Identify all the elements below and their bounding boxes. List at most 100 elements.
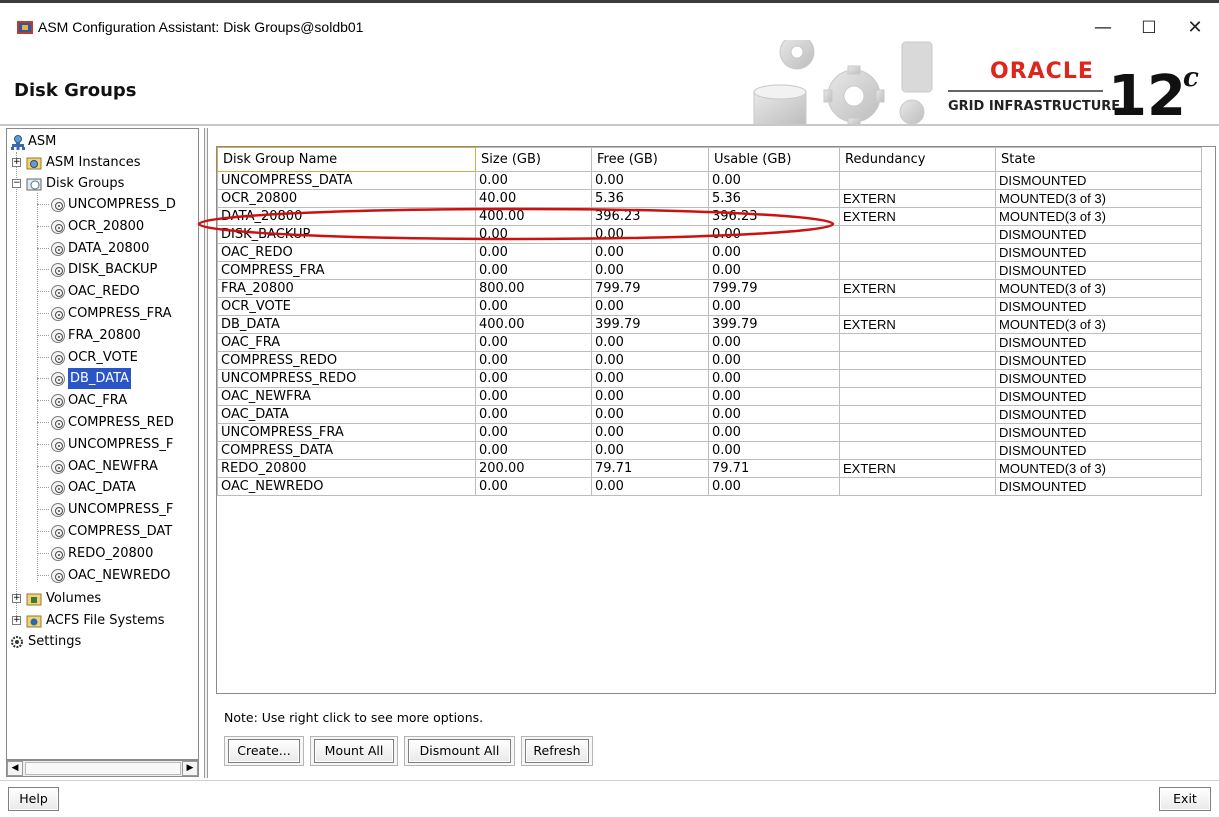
split-pane-divider[interactable] — [204, 128, 208, 778]
column-header-redundancy[interactable]: Redundancy — [839, 147, 996, 172]
tree-item-disk-group[interactable]: OCR_20800 — [7, 216, 197, 237]
collapse-icon[interactable]: − — [12, 179, 21, 188]
tree-node-settings[interactable]: Settings — [7, 631, 197, 652]
tree-guide — [37, 334, 49, 336]
tree-item-disk-group[interactable]: UNCOMPRESS_F — [7, 434, 197, 455]
tree-guide — [37, 313, 49, 314]
expand-icon[interactable]: + — [12, 616, 21, 625]
disk-group-icon — [51, 394, 65, 409]
scroll-left-icon[interactable]: ◀ — [7, 761, 23, 776]
tree-item-disk-group[interactable]: COMPRESS_FRA — [7, 303, 197, 324]
table-row[interactable]: DATA_20800 400.00 396.23 396.23 EXTERN MOUNTE… — [217, 207, 1202, 226]
table-cell: 0.00 — [591, 423, 709, 442]
table-cell: COMPRESS_REDO — [217, 351, 476, 370]
table-row[interactable]: OAC_DATA 0.00 0.00 0.00 DISMOUNTED — [217, 405, 1202, 424]
table-row[interactable]: FRA_20800 800.00 799.79 799.79 EXTERN MOUNTED… — [217, 279, 1202, 298]
tree-item-disk-group[interactable]: DATA_20800 — [7, 238, 197, 259]
minimize-button[interactable]: — — [1080, 13, 1126, 43]
tree-item-disk-group[interactable]: OAC_NEWREDO — [7, 565, 197, 586]
table-cell: 0.00 — [475, 477, 592, 496]
tree-item-disk-group[interactable]: COMPRESS_DAT — [7, 521, 197, 542]
tree-item-label: DB_DATA — [67, 367, 132, 391]
tree-item-disk-group[interactable]: OAC_NEWFRA — [7, 456, 197, 477]
table-row[interactable]: DISK_BACKUP 0.00 0.00 0.00 DISMOUNTED — [217, 225, 1202, 244]
column-header-size[interactable]: Size (GB) — [475, 147, 592, 172]
tree-label-disk-groups: Disk Groups — [46, 176, 125, 191]
tree-node-asm-instances[interactable]: + ASM Instances — [7, 152, 197, 173]
expand-icon[interactable]: + — [12, 158, 21, 167]
tree-horizontal-scrollbar[interactable]: ◀ ▶ — [6, 760, 199, 777]
scroll-right-icon[interactable]: ▶ — [182, 761, 198, 776]
tree-item-disk-group[interactable]: UNCOMPRESS_F — [7, 499, 197, 520]
column-header-usable[interactable]: Usable (GB) — [708, 147, 840, 172]
help-button[interactable]: Help — [8, 787, 59, 811]
table-cell: 0.00 — [591, 297, 709, 316]
tree-item-label: DISK_BACKUP — [68, 262, 158, 278]
tree-item-disk-group[interactable]: OAC_FRA — [7, 390, 197, 411]
close-button[interactable]: ✕ — [1172, 13, 1218, 43]
table-row[interactable]: COMPRESS_DATA 0.00 0.00 0.00 DISMOUNTED — [217, 441, 1202, 460]
table-row[interactable]: COMPRESS_REDO 0.00 0.00 0.00 DISMOUNTED — [217, 351, 1202, 370]
table-cell: 0.00 — [591, 441, 709, 460]
table-row[interactable]: OAC_NEWREDO 0.00 0.00 0.00 DISMOUNTED — [217, 477, 1202, 496]
table-row[interactable]: OAC_REDO 0.00 0.00 0.00 DISMOUNTED — [217, 243, 1202, 262]
tree-item-disk-group[interactable]: OCR_VOTE — [7, 347, 197, 368]
table-cell: 799.79 — [708, 279, 840, 298]
dismount-all-button[interactable]: Dismount All — [408, 739, 511, 763]
mount-all-button[interactable]: Mount All — [314, 739, 394, 763]
table-cell: DISMOUNTED — [995, 333, 1202, 352]
column-header-state[interactable]: State — [995, 147, 1202, 172]
tree-item-disk-group[interactable]: DISK_BACKUP — [7, 259, 197, 280]
table-cell: EXTERN — [839, 459, 996, 478]
table-row[interactable]: UNCOMPRESS_REDO 0.00 0.00 0.00 DISMOUNTED — [217, 369, 1202, 388]
tree-item-disk-group[interactable]: UNCOMPRESS_D — [7, 194, 197, 215]
create-button[interactable]: Create... — [228, 739, 300, 763]
table-row[interactable]: UNCOMPRESS_DATA 0.00 0.00 0.00 DISMOUNTED — [217, 171, 1202, 190]
tree-item-disk-group[interactable]: REDO_20800 — [7, 543, 197, 564]
table-cell: DISK_BACKUP — [217, 225, 476, 244]
table-row[interactable]: COMPRESS_FRA 0.00 0.00 0.00 DISMOUNTED — [217, 261, 1202, 280]
table-row[interactable]: OCR_20800 40.00 5.36 5.36 EXTERN MOUNTED(3 of… — [217, 189, 1202, 208]
table-row[interactable]: OAC_FRA 0.00 0.00 0.00 DISMOUNTED — [217, 333, 1202, 352]
disk-groups-table-container[interactable]: Disk Group Name Size (GB) Free (GB) Usab… — [216, 146, 1216, 694]
oracle-logo-icon: ORACLE GRID INFRASTRUCTURE 12 c — [948, 59, 1199, 124]
table-cell: 0.00 — [708, 243, 840, 262]
tree-node-disk-groups[interactable]: − Disk Groups — [7, 173, 197, 194]
table-cell: 0.00 — [708, 477, 840, 496]
tree-node-acfs[interactable]: + ACFS File Systems — [7, 610, 197, 631]
table-row[interactable]: REDO_20800 200.00 79.71 79.71 EXTERN MOUNTED(… — [217, 459, 1202, 478]
tree-node-asm[interactable]: ASM — [7, 131, 197, 152]
exit-button[interactable]: Exit — [1159, 787, 1211, 811]
table-cell: 0.00 — [591, 243, 709, 262]
table-cell: 0.00 — [475, 333, 592, 352]
tree-item-disk-group[interactable]: COMPRESS_RED — [7, 412, 197, 433]
table-row[interactable]: DB_DATA 400.00 399.79 399.79 EXTERN MOUNTED(3… — [217, 315, 1202, 334]
table-row[interactable]: OCR_VOTE 0.00 0.00 0.00 DISMOUNTED — [217, 297, 1202, 316]
table-cell: MOUNTED(3 of 3) — [995, 207, 1202, 226]
refresh-button[interactable]: Refresh — [525, 739, 589, 763]
table-cell: 399.79 — [708, 315, 840, 334]
table-cell: 5.36 — [591, 189, 709, 208]
tree-item-disk-group[interactable]: OAC_REDO — [7, 281, 197, 302]
tree-item-disk-group[interactable]: FRA_20800 — [7, 325, 197, 346]
table-row[interactable]: UNCOMPRESS_FRA 0.00 0.00 0.00 DISMOUNTED — [217, 423, 1202, 442]
table-cell — [839, 225, 996, 244]
scrollbar-thumb[interactable] — [25, 762, 181, 775]
gear-icon — [11, 636, 23, 648]
disk-groups-table[interactable]: Disk Group Name Size (GB) Free (GB) Usab… — [217, 147, 1202, 496]
navigation-tree[interactable]: ASM + ASM Instances − Disk Groups UNCOMP… — [6, 128, 199, 760]
tree-item-disk-group[interactable]: OAC_DATA — [7, 477, 197, 498]
table-cell: 0.00 — [708, 423, 840, 442]
column-header-free[interactable]: Free (GB) — [591, 147, 709, 172]
disk-group-icon — [51, 198, 65, 212]
column-header-name[interactable]: Disk Group Name — [217, 147, 476, 172]
tree-item-disk-group[interactable]: DB_DATA — [7, 367, 197, 391]
tree-guide — [37, 422, 49, 423]
maximize-button[interactable]: ☐ — [1126, 13, 1172, 43]
expand-icon[interactable]: + — [12, 594, 21, 603]
table-cell: 0.00 — [591, 333, 709, 352]
table-row[interactable]: OAC_NEWFRA 0.00 0.00 0.00 DISMOUNTED — [217, 387, 1202, 406]
table-cell: 0.00 — [475, 441, 592, 460]
tree-node-volumes[interactable]: + Volumes — [7, 588, 197, 609]
tree-item-label: OAC_REDO — [68, 284, 140, 300]
